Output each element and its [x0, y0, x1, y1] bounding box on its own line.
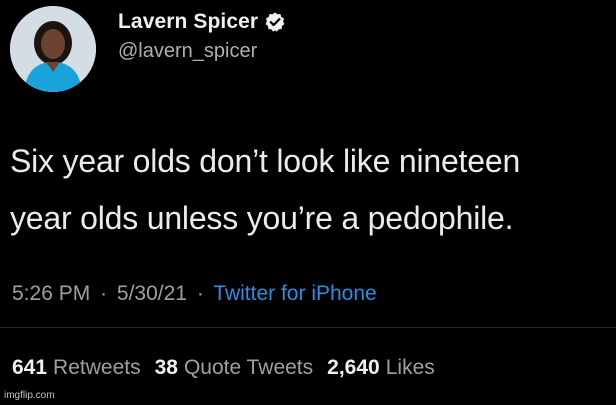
retweets-label: Retweets [53, 356, 141, 379]
handle[interactable]: @lavern_spicer [118, 40, 286, 63]
display-name[interactable]: Lavern Spicer [118, 10, 258, 34]
tweet-text: Six year olds don’t look like nineteen y… [10, 133, 610, 247]
tweet-text-line: Six year olds don’t look like nineteen [10, 143, 521, 179]
retweets-count: 641 [12, 356, 48, 379]
avatar[interactable] [10, 6, 96, 92]
watermark: imgflip.com [4, 390, 55, 401]
meta-separator: · [100, 282, 108, 305]
likes-count: 2,640 [327, 356, 380, 379]
quote-tweets-count: 38 [154, 356, 178, 379]
name-row: Lavern Spicer [118, 10, 286, 34]
tweet-card: Lavern Spicer @lavern_spicer Six year ol… [0, 0, 616, 405]
quote-tweets-stat[interactable]: 38 Quote Tweets [155, 356, 314, 380]
meta-separator: · [196, 282, 204, 305]
verified-badge-icon [265, 12, 285, 32]
tweet-text-line: year olds unless you’re a pedophile. [10, 200, 514, 236]
tweet-header: Lavern Spicer @lavern_spicer [118, 10, 286, 63]
tweet-meta: 5:26 PM · 5/30/21 · Twitter for iPhone [12, 282, 377, 306]
profile-photo-icon [10, 6, 96, 92]
likes-stat[interactable]: 2,640 Likes [327, 356, 435, 380]
likes-label: Likes [385, 356, 435, 379]
source-link[interactable]: Twitter for iPhone [213, 282, 376, 305]
tweet-stats: 641 Retweets 38 Quote Tweets 2,640 Likes [12, 356, 435, 380]
divider [0, 327, 616, 328]
retweets-stat[interactable]: 641 Retweets [12, 356, 141, 380]
tweet-time[interactable]: 5:26 PM [12, 282, 90, 305]
quote-tweets-label: Quote Tweets [183, 356, 314, 379]
tweet-date[interactable]: 5/30/21 [117, 282, 187, 305]
